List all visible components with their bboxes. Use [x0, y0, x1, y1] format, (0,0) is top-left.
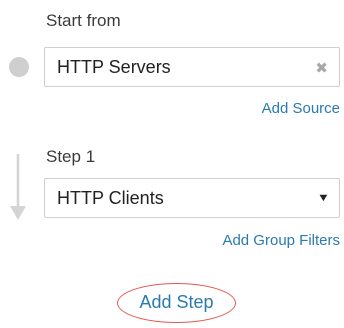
chevron-down-icon[interactable]: ▼ — [317, 192, 330, 204]
flow-arrow-icon — [10, 154, 26, 220]
step-1-select[interactable]: HTTP Clients ▼ — [44, 178, 340, 218]
step-1-value: HTTP Clients — [57, 188, 164, 208]
step-1-heading: Step 1 — [46, 147, 96, 166]
source-node-dot — [9, 57, 29, 77]
clear-icon[interactable]: ✖ — [315, 59, 328, 77]
add-source-link[interactable]: Add Source — [262, 100, 340, 117]
add-step-button[interactable]: Add Step — [117, 283, 236, 323]
source-value: HTTP Servers — [57, 57, 171, 77]
add-group-filters-link[interactable]: Add Group Filters — [222, 232, 340, 249]
start-from-heading: Start from — [46, 11, 121, 30]
source-field[interactable]: HTTP Servers ✖ — [44, 47, 340, 87]
